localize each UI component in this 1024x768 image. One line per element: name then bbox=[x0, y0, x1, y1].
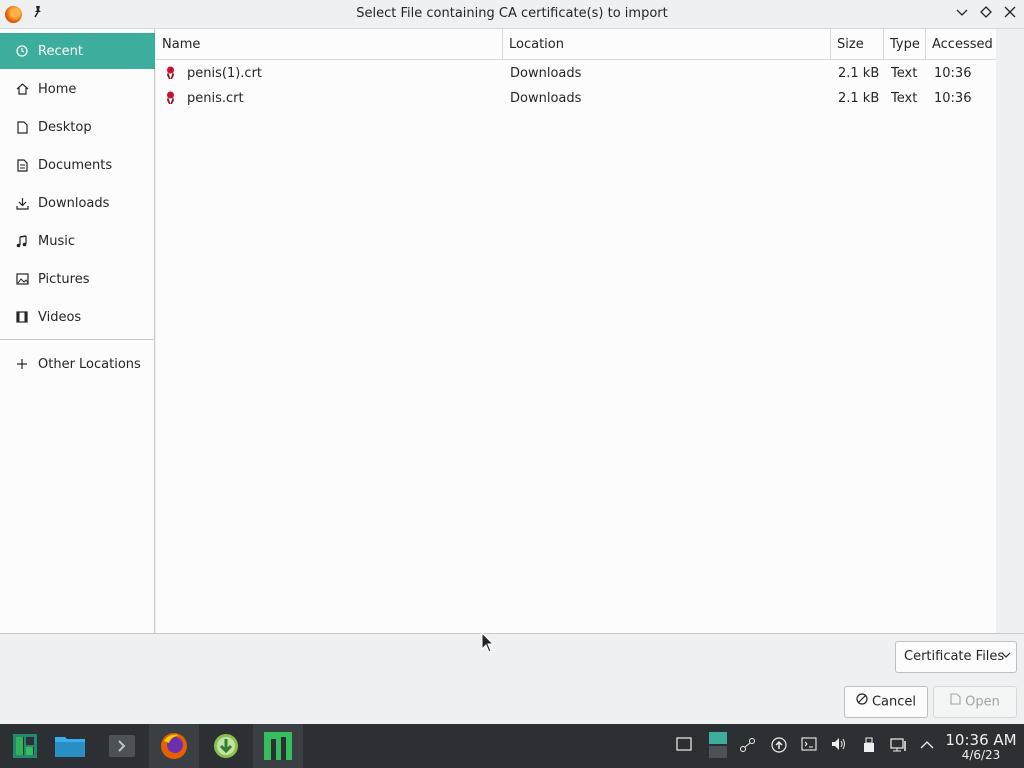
update-icon[interactable] bbox=[770, 737, 788, 755]
sidebar-item-desktop[interactable]: Desktop bbox=[0, 109, 155, 145]
pictures-icon bbox=[15, 272, 29, 286]
clock-icon bbox=[15, 44, 29, 58]
sidebar-item-label: Videos bbox=[38, 309, 82, 325]
sidebar-item-downloads[interactable]: Downloads bbox=[0, 185, 155, 221]
column-header-accessed[interactable]: Accessed bbox=[926, 29, 996, 60]
network-tools-icon[interactable] bbox=[739, 737, 757, 755]
sidebar-item-label: Music bbox=[38, 233, 75, 249]
file-type-filter[interactable]: Certificate Files bbox=[895, 641, 1017, 673]
table-row[interactable]: penis(1).crt Downloads 2.1 kB Text 10:36 bbox=[156, 61, 996, 86]
title-bar: Select File containing CA certificate(s)… bbox=[0, 0, 1024, 29]
cancel-icon bbox=[856, 687, 868, 717]
places-sidebar: Recent Home Desktop Documents Downloads … bbox=[0, 29, 155, 633]
desktop-icon bbox=[15, 120, 29, 134]
file-name: penis.crt bbox=[187, 91, 244, 106]
sidebar-item-documents[interactable]: Documents bbox=[0, 147, 155, 183]
console-icon[interactable] bbox=[800, 737, 818, 755]
terminal-icon[interactable] bbox=[97, 724, 147, 768]
sidebar-item-videos[interactable]: Videos bbox=[0, 299, 155, 335]
close-icon[interactable] bbox=[1001, 4, 1019, 24]
mouse-cursor-icon bbox=[481, 631, 495, 658]
file-size: 2.1 kB bbox=[838, 91, 880, 106]
file-accessed: 10:36 bbox=[934, 66, 972, 81]
table-row[interactable]: penis.crt Downloads 2.1 kB Text 10:36 bbox=[156, 86, 996, 111]
videos-icon bbox=[15, 310, 29, 324]
cancel-label: Cancel bbox=[871, 694, 917, 710]
minimize-icon[interactable] bbox=[953, 4, 971, 24]
column-header-size[interactable]: Size bbox=[831, 29, 884, 60]
maximize-icon[interactable] bbox=[977, 4, 995, 24]
plus-icon bbox=[15, 357, 29, 371]
documents-icon bbox=[15, 158, 29, 172]
manjaro-menu-icon[interactable] bbox=[0, 724, 50, 768]
sidebar-item-label: Home bbox=[38, 81, 77, 97]
download-manager-icon[interactable] bbox=[201, 724, 251, 768]
sidebar-item-recent[interactable]: Recent bbox=[0, 33, 155, 69]
show-desktop-icon[interactable] bbox=[675, 737, 693, 755]
network-icon[interactable] bbox=[890, 737, 908, 755]
chevron-down-icon bbox=[1001, 642, 1011, 672]
taskbar: 10:36 AM 4/6/23 bbox=[0, 724, 1024, 768]
pager-icon[interactable] bbox=[708, 732, 728, 760]
certificate-icon bbox=[167, 66, 174, 79]
open-button[interactable]: Open bbox=[933, 686, 1017, 718]
file-type: Text bbox=[891, 66, 918, 81]
column-header-name[interactable]: Name bbox=[156, 29, 503, 60]
sidebar-item-music[interactable]: Music bbox=[0, 223, 155, 259]
sidebar-item-pictures[interactable]: Pictures bbox=[0, 261, 155, 297]
chevron-up-icon[interactable] bbox=[918, 737, 936, 755]
file-type: Text bbox=[891, 91, 918, 106]
window-title: Select File containing CA certificate(s)… bbox=[356, 6, 668, 21]
firefox-taskbar-icon[interactable] bbox=[149, 724, 199, 768]
file-size: 2.1 kB bbox=[838, 66, 880, 81]
downloads-icon bbox=[15, 196, 29, 210]
music-icon bbox=[15, 234, 29, 248]
sidebar-item-label: Documents bbox=[38, 157, 113, 173]
sidebar-item-label: Recent bbox=[38, 43, 83, 59]
clock-time[interactable]: 10:36 AM bbox=[944, 731, 1018, 749]
manjaro-settings-icon[interactable] bbox=[253, 724, 303, 768]
certificate-icon bbox=[167, 91, 174, 104]
home-icon bbox=[15, 82, 29, 96]
sidebar-item-label: Desktop bbox=[38, 119, 92, 135]
filter-value: Certificate Files bbox=[904, 649, 1005, 664]
sidebar-item-label: Other Locations bbox=[38, 356, 141, 372]
volume-icon[interactable] bbox=[830, 737, 848, 755]
scrollbar[interactable] bbox=[996, 29, 1024, 633]
open-label: Open bbox=[965, 694, 1000, 710]
sidebar-separator bbox=[0, 339, 155, 340]
file-name: penis(1).crt bbox=[187, 66, 263, 81]
column-header-location[interactable]: Location bbox=[503, 29, 831, 60]
open-icon bbox=[950, 687, 961, 717]
sidebar-item-label: Downloads bbox=[38, 195, 110, 211]
sidebar-item-home[interactable]: Home bbox=[0, 71, 155, 107]
usb-device-icon[interactable] bbox=[860, 737, 878, 755]
file-accessed: 10:36 bbox=[934, 91, 972, 106]
dialog-footer: Certificate Files Cancel Open bbox=[0, 633, 1024, 724]
file-list: Name Location Size Type Accessed penis(1… bbox=[156, 29, 996, 633]
file-location: Downloads bbox=[510, 91, 582, 106]
column-header-type[interactable]: Type bbox=[884, 29, 926, 60]
cancel-button[interactable]: Cancel bbox=[844, 686, 928, 718]
sidebar-item-other-locations[interactable]: Other Locations bbox=[0, 346, 155, 382]
file-location: Downloads bbox=[510, 66, 582, 81]
file-manager-icon[interactable] bbox=[45, 724, 95, 768]
sidebar-item-label: Pictures bbox=[38, 271, 90, 287]
clock-date[interactable]: 4/6/23 bbox=[944, 748, 1018, 762]
